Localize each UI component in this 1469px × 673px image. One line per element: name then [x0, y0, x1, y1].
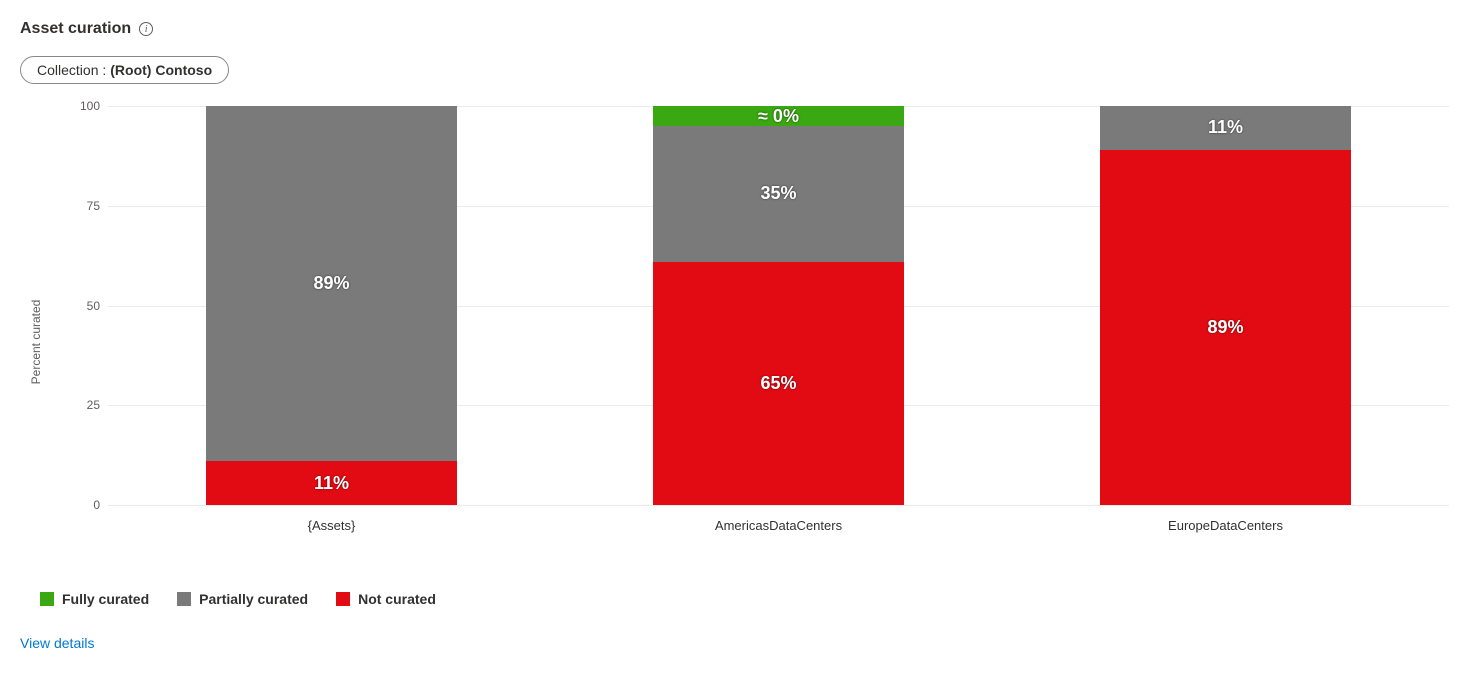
y-tick-label: 75	[68, 199, 100, 213]
stacked-bar[interactable]: 11%89%	[1100, 106, 1350, 505]
bar-segment[interactable]: 89%	[206, 106, 456, 461]
legend-item[interactable]: Fully curated	[40, 591, 149, 607]
x-labels: {Assets}AmericasDataCentersEuropeDataCen…	[108, 506, 1449, 533]
bar-slot: ≈ 0%35%65%	[555, 106, 1002, 505]
y-axis-title: Percent curated	[29, 299, 43, 384]
section-title: Asset curation	[20, 20, 131, 38]
legend-swatch	[40, 592, 54, 606]
legend-swatch	[336, 592, 350, 606]
y-tick-label: 0	[68, 498, 100, 512]
legend-label: Not curated	[358, 591, 436, 607]
legend: Fully curated Partially curated Not curate…	[40, 591, 1449, 607]
stacked-bar[interactable]: ≈ 0%35%65%	[653, 106, 903, 505]
filter-value: (Root) Contoso	[110, 62, 212, 78]
bar-slot: 89%11%	[108, 106, 555, 505]
bars-row: 89%11%≈ 0%35%65%11%89%	[108, 106, 1449, 505]
legend-item[interactable]: Partially curated	[177, 591, 308, 607]
y-tick-label: 25	[68, 398, 100, 412]
info-icon[interactable]: i	[139, 22, 153, 36]
x-tick-label: EuropeDataCenters	[1002, 506, 1449, 533]
y-tick-label: 100	[68, 99, 100, 113]
chart-container: Percent curated 0255075100 89%11%≈ 0%35%…	[20, 96, 1449, 573]
bar-segment[interactable]: 11%	[206, 461, 456, 505]
filter-label: Collection :	[37, 62, 106, 78]
collection-filter-pill[interactable]: Collection : (Root) Contoso	[20, 56, 229, 84]
x-tick-label: AmericasDataCenters	[555, 506, 1002, 533]
bar-segment[interactable]: 35%	[653, 126, 903, 262]
stacked-bar[interactable]: 89%11%	[206, 106, 456, 505]
legend-item[interactable]: Not curated	[336, 591, 436, 607]
bar-segment[interactable]: 65%	[653, 262, 903, 505]
y-tick-label: 50	[68, 299, 100, 313]
plot-area: 0255075100 89%11%≈ 0%35%65%11%89%	[108, 106, 1449, 506]
x-tick-label: {Assets}	[108, 506, 555, 533]
gridline	[108, 505, 1449, 506]
legend-label: Partially curated	[199, 591, 308, 607]
bar-segment[interactable]: 11%	[1100, 106, 1350, 150]
bar-segment[interactable]: 89%	[1100, 150, 1350, 505]
bar-slot: 11%89%	[1002, 106, 1449, 505]
bar-segment[interactable]: ≈ 0%	[653, 106, 903, 126]
section-header: Asset curation i	[20, 20, 1449, 38]
legend-swatch	[177, 592, 191, 606]
legend-label: Fully curated	[62, 591, 149, 607]
view-details-link[interactable]: View details	[20, 635, 94, 651]
